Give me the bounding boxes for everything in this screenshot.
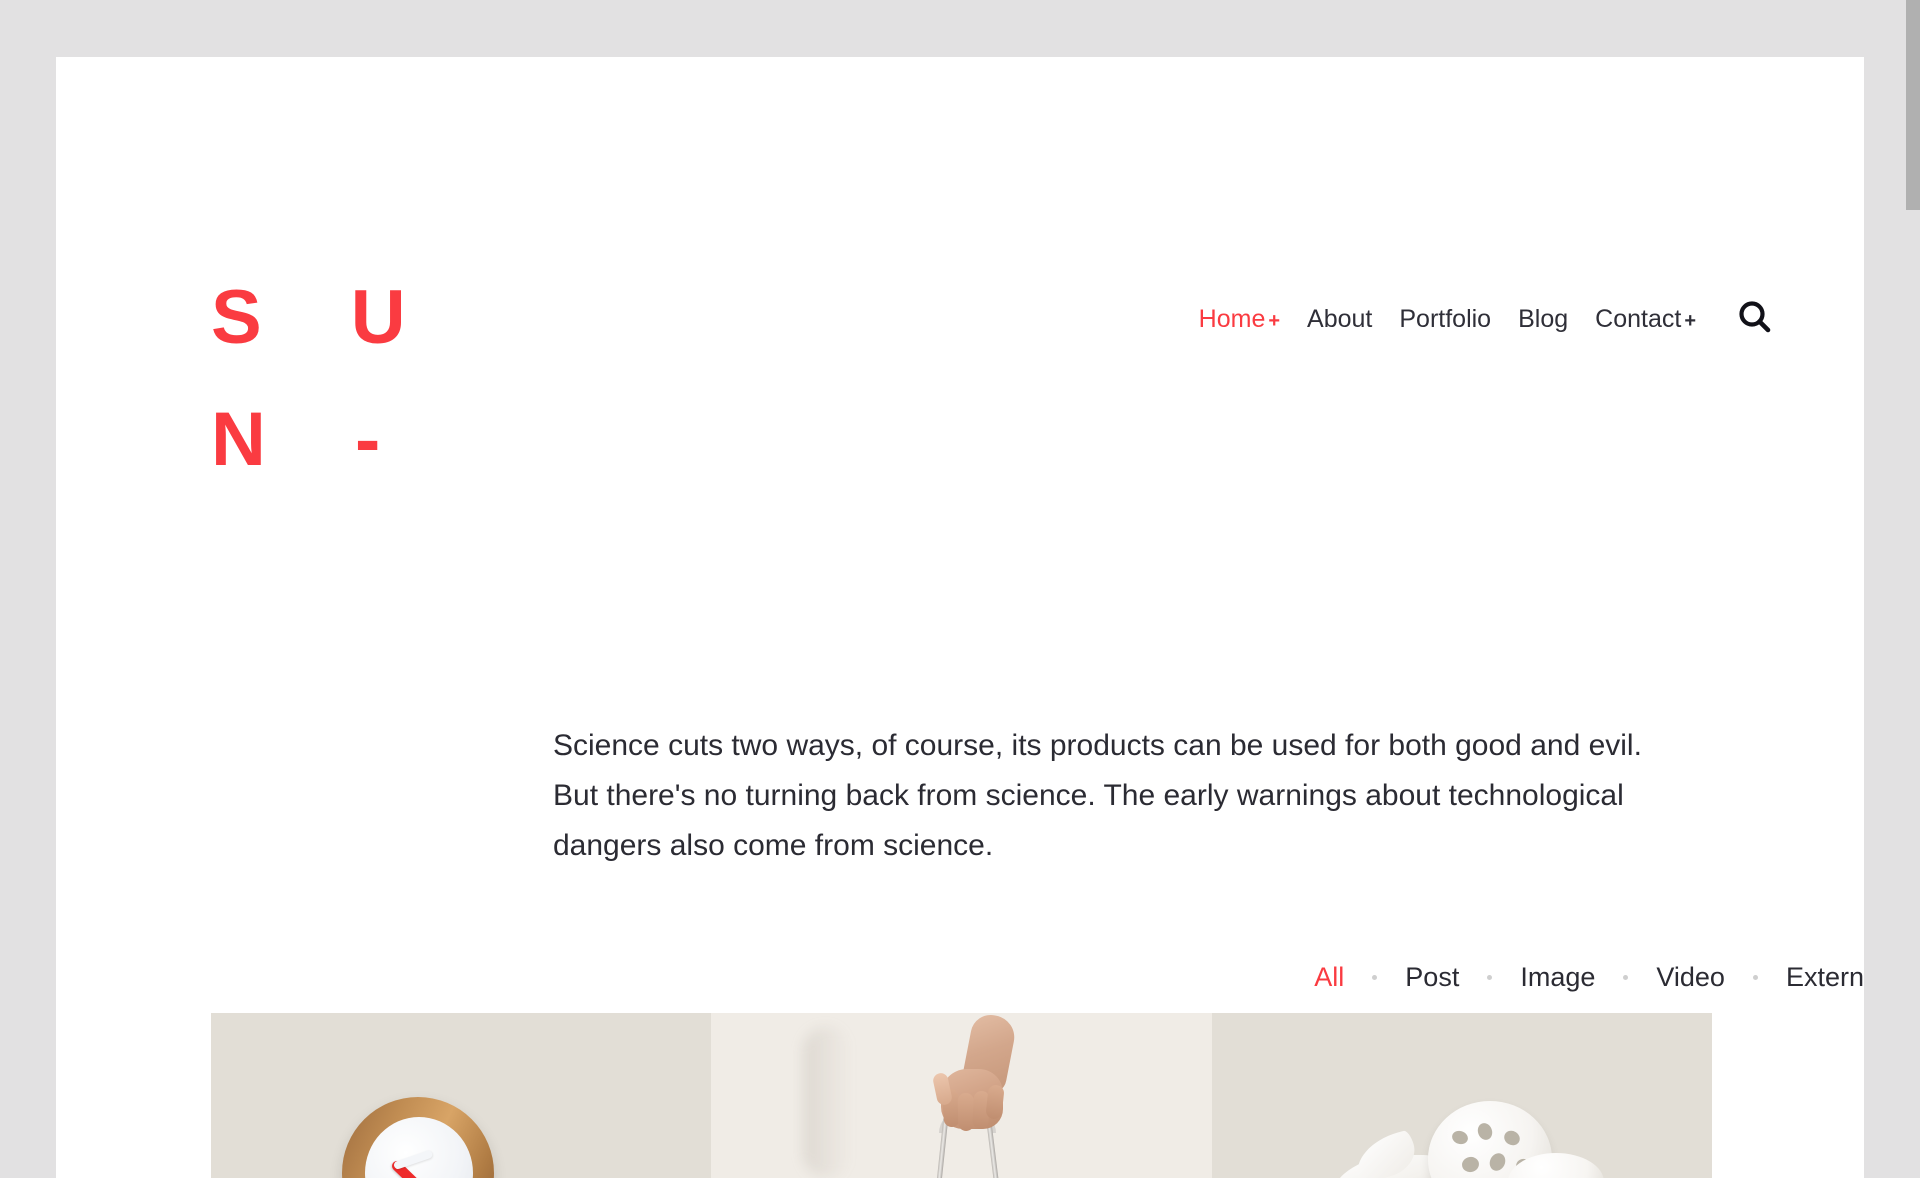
filigree-hole (1450, 1128, 1470, 1147)
nav-item-about[interactable]: About (1307, 304, 1372, 334)
nav-item-about-label: About (1307, 305, 1373, 333)
logo-line-1: S U (211, 275, 440, 360)
nav-item-contact[interactable]: Contact + (1595, 304, 1696, 336)
wall-clock-image (342, 1097, 494, 1178)
intro-paragraph: Science cuts two ways, of course, its pr… (553, 729, 1642, 862)
vertical-scrollbar[interactable] (1906, 0, 1920, 1178)
ceramic-ornament-image (1332, 1093, 1632, 1178)
nav-item-portfolio[interactable]: Portfolio (1399, 304, 1491, 334)
filter-extern[interactable]: Extern (1786, 960, 1864, 994)
filter-separator-dot (1623, 974, 1629, 980)
filter-separator-dot (1487, 974, 1493, 980)
gallery-tile-hand-holding-bag[interactable] (711, 1013, 1212, 1178)
nav-item-blog[interactable]: Blog (1518, 304, 1568, 334)
filter-separator-dot (1372, 974, 1378, 980)
nav-item-home[interactable]: Home + (1199, 304, 1280, 336)
gallery-tile-white-ceramic-ornament[interactable] (1212, 1013, 1712, 1178)
site-logo[interactable]: S U N - (211, 257, 440, 501)
filter-video[interactable]: Video (1656, 960, 1725, 994)
filigree-hole (1501, 1127, 1523, 1149)
search-icon (1736, 299, 1774, 337)
filigree-hole (1486, 1150, 1509, 1174)
filter-separator-dot (1752, 974, 1758, 980)
filigree-hole (1460, 1155, 1481, 1174)
filigree-hole (1475, 1121, 1495, 1142)
wall-shadow (803, 1027, 851, 1177)
filter-image[interactable]: Image (1520, 960, 1595, 994)
filter-all[interactable]: All (1314, 960, 1344, 994)
nav-item-home-plus: + (1268, 310, 1281, 332)
main-navigation: Home + About Portfolio Blog Contact + (1199, 304, 1696, 336)
nav-item-contact-label: Contact (1595, 305, 1682, 333)
page-canvas: S U N - Home + About Portfolio Blog Conta… (56, 57, 1864, 1178)
bag-strap-left (934, 1116, 949, 1178)
scrollbar-thumb[interactable] (1906, 0, 1920, 210)
nav-item-home-label: Home (1198, 305, 1266, 333)
browser-viewport: S U N - Home + About Portfolio Blog Conta… (0, 0, 1920, 1178)
hand-holding-bag-image (919, 1013, 1029, 1178)
nav-item-portfolio-label: Portfolio (1399, 305, 1492, 333)
portfolio-filter-bar: All Post Image Video Extern (56, 960, 1864, 994)
logo-line-2: N - (211, 397, 415, 482)
finger (957, 1092, 975, 1132)
search-button[interactable] (1734, 297, 1776, 339)
gallery-tile-wooden-wall-clock[interactable] (211, 1013, 711, 1178)
filter-post[interactable]: Post (1405, 960, 1459, 994)
portfolio-gallery (211, 1013, 1712, 1178)
nav-item-contact-plus: + (1684, 310, 1696, 332)
nav-item-blog-label: Blog (1518, 305, 1569, 333)
site-header: S U N - Home + About Portfolio Blog Conta… (56, 57, 1864, 482)
